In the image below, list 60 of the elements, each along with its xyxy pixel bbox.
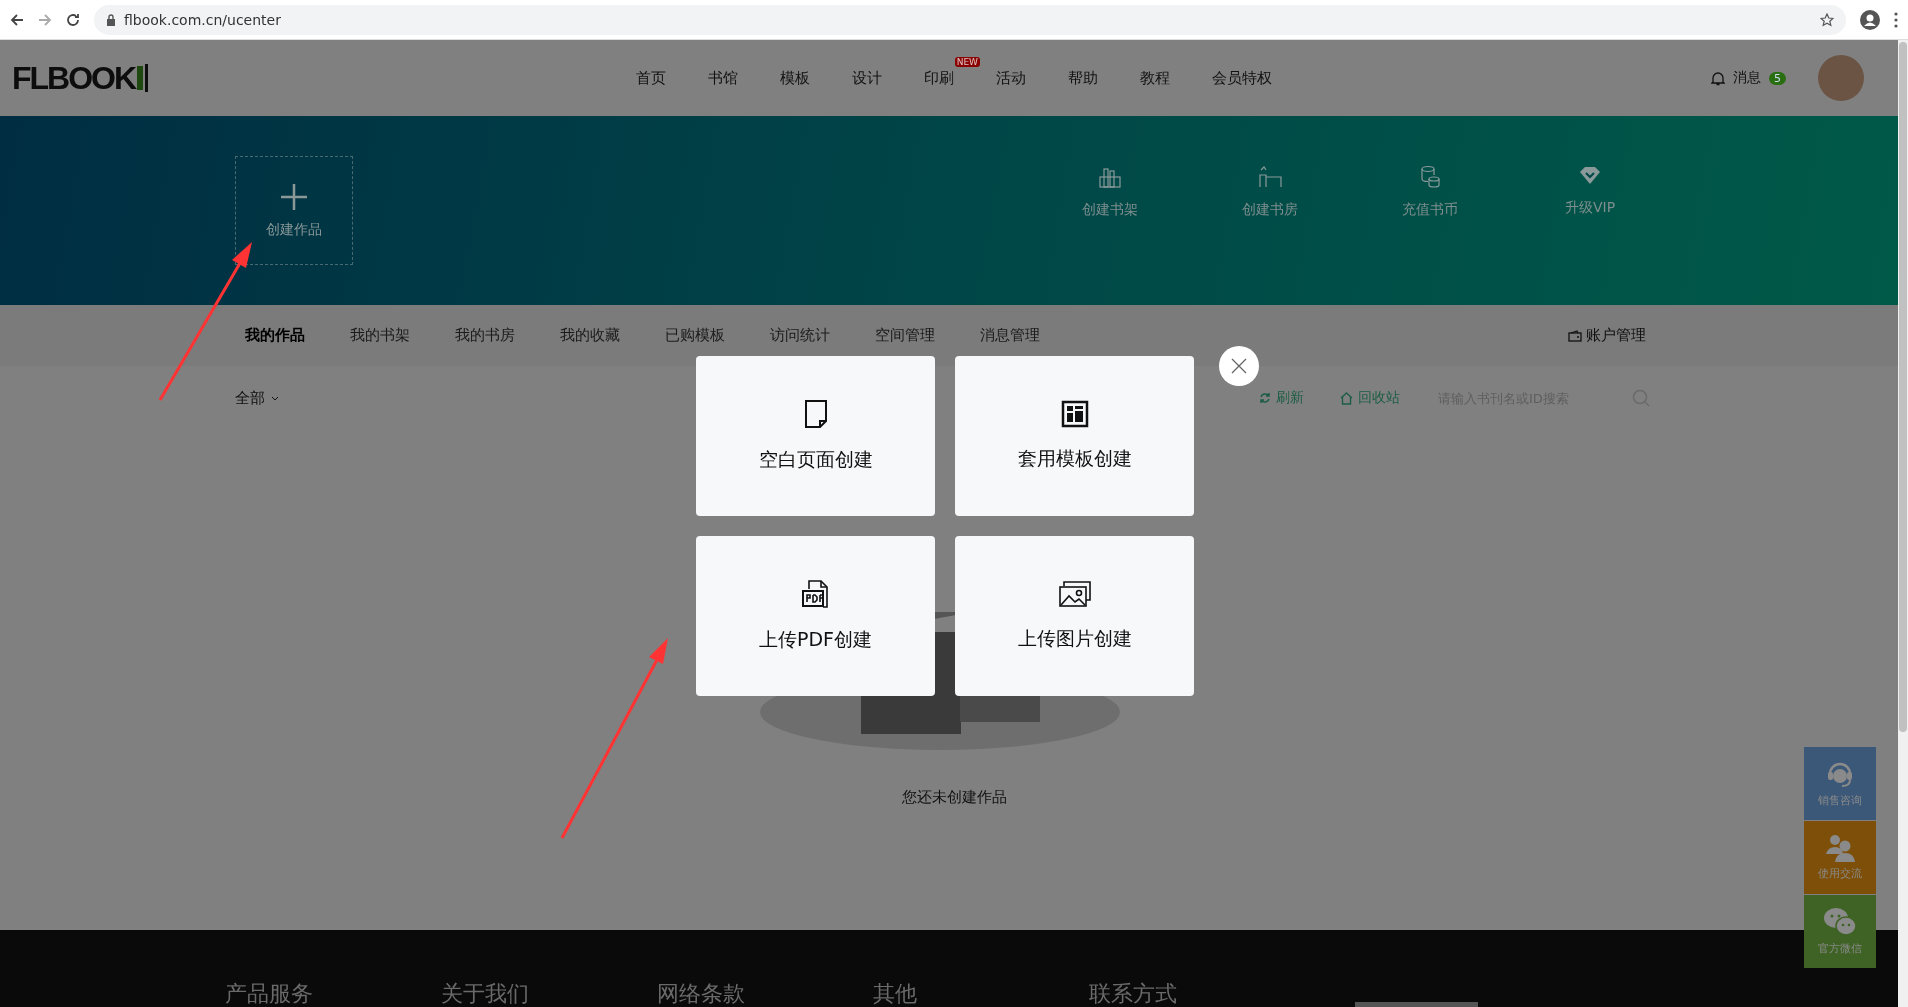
house-icon [1340, 391, 1353, 405]
pdf-file-icon [800, 579, 831, 609]
footer-heading: 其他 [873, 981, 917, 1006]
logo[interactable]: FLBOOK [12, 59, 150, 97]
lock-icon [106, 13, 116, 26]
chat-bubbles-icon [1823, 907, 1857, 937]
star-icon[interactable] [1820, 12, 1834, 27]
profile-icon[interactable] [1860, 9, 1880, 30]
create-option-card[interactable]: 套用模板创建 [955, 356, 1194, 516]
close-button[interactable] [1219, 346, 1259, 386]
create-option-card[interactable]: 上传PDF创建 [696, 536, 935, 696]
nav-link[interactable]: 帮助 [1068, 68, 1098, 88]
tab[interactable]: 我的收藏 [560, 326, 620, 345]
tab[interactable]: 已购模板 [665, 326, 725, 345]
tab[interactable]: 消息管理 [980, 326, 1040, 345]
banner-action[interactable]: 充值书币 [1370, 163, 1490, 220]
nav-link[interactable]: 活动 [996, 68, 1026, 88]
banner-action[interactable]: 升级VIP [1530, 163, 1650, 220]
coins-icon [1418, 164, 1442, 189]
back-icon[interactable] [10, 12, 24, 27]
page-icon [802, 399, 829, 429]
footer-heading: 产品服务 [225, 981, 313, 1006]
close-icon [1231, 358, 1247, 374]
banner-action[interactable]: 创建书架 [1050, 163, 1170, 220]
chevron-down-icon [271, 395, 279, 401]
plus-icon [280, 182, 308, 211]
nav-link[interactable]: 设计 [852, 68, 882, 88]
refresh-icon [1259, 392, 1271, 404]
tab[interactable]: 我的书架 [350, 326, 410, 345]
create-option-card[interactable]: 空白页面创建 [696, 356, 935, 516]
account-management-link[interactable]: 账户管理 [1562, 325, 1652, 346]
message-count-badge: 5 [1769, 71, 1786, 85]
nav-link[interactable]: 首页 [636, 68, 666, 88]
scrollbar-thumb[interactable] [1899, 42, 1907, 732]
nav-link[interactable]: 教程 [1140, 68, 1170, 88]
footer-heading: 网络条款 [657, 981, 745, 1006]
people-icon [1824, 834, 1856, 862]
messages-link[interactable]: 消息 [1733, 69, 1761, 87]
footer-heading: 联系方式 [1089, 981, 1177, 1006]
create-option-card[interactable]: 上传图片创建 [955, 536, 1194, 696]
tab[interactable]: 我的作品 [245, 326, 305, 345]
banner-action[interactable]: 创建书房 [1210, 163, 1330, 220]
bell-icon[interactable] [1711, 70, 1725, 86]
nav-link[interactable]: 书馆 [708, 68, 738, 88]
empty-state-message: 您还未创建作品 [901, 788, 1007, 806]
tab[interactable]: 我的书房 [455, 326, 515, 345]
new-badge: NEW [954, 56, 980, 67]
footer-heading: 关于我们 [441, 981, 529, 1006]
more-icon[interactable] [1894, 11, 1898, 28]
layout-icon [1060, 400, 1089, 428]
wallet-icon [1568, 329, 1582, 342]
nav-link[interactable]: 会员特权 [1212, 68, 1272, 88]
reload-icon[interactable] [66, 12, 80, 27]
nav-link[interactable]: 模板 [780, 68, 810, 88]
images-icon [1057, 580, 1092, 608]
address-bar[interactable]: flbook.com.cn/ucenter [94, 4, 1846, 35]
tab[interactable]: 空间管理 [875, 326, 935, 345]
filter-dropdown[interactable]: 全部 [235, 388, 279, 408]
desk-icon [1257, 164, 1283, 189]
tab[interactable]: 访问统计 [770, 326, 830, 345]
